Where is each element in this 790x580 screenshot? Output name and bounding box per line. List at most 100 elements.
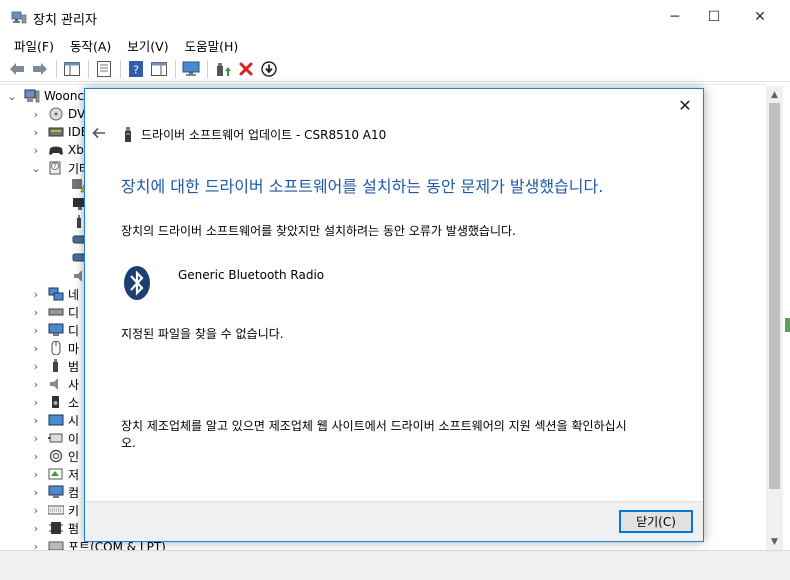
toolbar: ? [0, 56, 790, 82]
scroll-up-icon[interactable]: ▲ [766, 86, 783, 103]
expand-chevron-icon[interactable]: › [30, 432, 42, 445]
system-icon [48, 414, 64, 426]
help-button[interactable]: ? [125, 58, 147, 80]
tree-item[interactable]: › 컴 [30, 483, 79, 501]
expand-chevron-icon[interactable]: › [30, 450, 42, 463]
tree-item-label: 사 [68, 377, 80, 392]
tree-item-label: 디 [68, 323, 80, 338]
expand-chevron-icon[interactable]: › [30, 360, 42, 373]
back-button[interactable] [6, 58, 28, 80]
expand-chevron-icon[interactable]: › [30, 504, 42, 517]
expand-chevron-icon[interactable]: › [30, 126, 42, 139]
tree-item-other-devices[interactable]: ⌄ ? 기타 [30, 159, 90, 177]
delete-x-icon [239, 62, 253, 75]
tree-item[interactable]: › Xb [30, 141, 84, 159]
portable-device-icon [48, 433, 63, 443]
tree-item[interactable]: › 이 [30, 429, 79, 447]
expand-chevron-icon[interactable]: › [30, 486, 42, 499]
tree-item[interactable]: › 마 [30, 339, 79, 357]
expand-chevron-icon[interactable]: › [30, 468, 42, 481]
maximize-button[interactable]: ☐ [691, 0, 737, 34]
expand-chevron-icon[interactable]: › [30, 144, 42, 157]
expand-chevron-icon[interactable]: › [30, 414, 42, 427]
disc-drive-icon [49, 107, 63, 121]
action-pane-button[interactable] [148, 58, 170, 80]
expand-chevron-icon[interactable]: › [30, 396, 42, 409]
dialog-close-icon[interactable]: ✕ [675, 95, 695, 115]
tree-item-label: 이 [68, 431, 80, 446]
tree-item[interactable]: › 시 [30, 411, 79, 429]
scroll-down-icon[interactable]: ▼ [766, 533, 783, 550]
tree-item-label: Xb [68, 143, 84, 157]
update-driver-dialog: ✕ 드라이버 소프트웨어 업데이트 - CSR8510 A10 장치에 대한 드… [84, 88, 704, 542]
close-window-button[interactable]: ✕ [737, 0, 783, 34]
close-button[interactable]: 닫기(C) [619, 510, 693, 533]
speaker-icon [50, 378, 58, 390]
back-arrow-icon [10, 62, 24, 75]
gamepad-icon [49, 146, 63, 155]
tree-item[interactable]: › 네 [30, 285, 79, 303]
help-icon: ? [129, 60, 143, 77]
tree-item[interactable]: › 디 [30, 321, 79, 339]
scan-hardware-button[interactable] [180, 58, 202, 80]
tree-item[interactable]: › 디 [30, 303, 79, 321]
expand-chevron-icon[interactable]: › [30, 540, 42, 551]
tree-item[interactable]: › 저 [30, 465, 79, 483]
computer-icon [24, 89, 40, 103]
tree-item[interactable]: › 범 [30, 357, 79, 375]
tree-item-label: 디 [68, 305, 80, 320]
svg-text:?: ? [133, 63, 139, 76]
expand-chevron-icon[interactable]: › [30, 108, 42, 121]
svg-text:?: ? [53, 163, 56, 170]
right-edge-accent [785, 318, 790, 332]
vertical-scrollbar[interactable]: ▲ ▼ [766, 86, 783, 550]
uninstall-device-button[interactable] [235, 58, 257, 80]
menu-action[interactable]: 동작(A) [62, 36, 119, 55]
title-bar: 장치 관리자 ─ ☐ ✕ [0, 0, 790, 34]
tree-item[interactable]: › IDE [30, 123, 89, 141]
sound-icon [52, 396, 59, 408]
error-message: 지정된 파일을 찾을 수 없습니다. [121, 327, 284, 341]
tree-root-label: Woonc [44, 89, 85, 103]
tree-item[interactable]: › 사 [30, 375, 79, 393]
dialog-description: 장치의 드라이버 소프트웨어를 찾았지만 설치하려는 동안 오류가 발생했습니다… [121, 224, 516, 238]
properties-icon [97, 60, 111, 77]
tree-item-label: 펌 [68, 521, 80, 536]
action-pane-icon [151, 61, 167, 76]
dialog-back-arrow-icon[interactable] [91, 125, 107, 141]
menu-bar: 파일(F) 동작(A) 보기(V) 도움말(H) [0, 34, 790, 56]
tree-item-label: 네 [68, 287, 80, 302]
tree-item[interactable]: › 소 [30, 393, 79, 411]
menu-file[interactable]: 파일(F) [6, 36, 62, 55]
expand-chevron-icon[interactable]: › [30, 522, 42, 535]
firmware-icon [49, 522, 63, 534]
properties-button[interactable] [93, 58, 115, 80]
expand-chevron-icon[interactable]: › [30, 324, 42, 337]
expand-chevron-icon[interactable]: › [30, 306, 42, 319]
device-manager-window: 장치 관리자 ─ ☐ ✕ 파일(F) 동작(A) 보기(V) 도움말(H) ? [0, 0, 790, 580]
tree-item-label: 마 [68, 341, 80, 356]
mouse-icon [51, 341, 61, 355]
expand-chevron-icon[interactable]: › [30, 342, 42, 355]
tree-root[interactable]: ⌄ Woonc [6, 87, 84, 105]
menu-help[interactable]: 도움말(H) [177, 36, 247, 55]
bluetooth-icon [124, 266, 150, 300]
tree-item[interactable]: › 키 [30, 501, 79, 519]
tree-item[interactable]: › 펌 [30, 519, 79, 537]
expand-chevron-icon[interactable]: › [30, 378, 42, 391]
show-hide-console-tree-button[interactable] [61, 58, 83, 80]
collapse-chevron-icon[interactable]: ⌄ [6, 90, 18, 103]
console-tree-icon [64, 61, 80, 76]
collapse-chevron-icon[interactable]: ⌄ [30, 162, 42, 175]
scroll-thumb[interactable] [769, 103, 780, 489]
manufacturer-hint: 장치 제조업체를 알고 있으면 제조업체 웹 사이트에서 드라이버 소프트웨어의… [121, 419, 627, 450]
menu-view[interactable]: 보기(V) [119, 36, 176, 55]
tree-item[interactable]: › 인 [30, 447, 79, 465]
forward-button[interactable] [29, 58, 51, 80]
tree-item[interactable]: › DV [30, 105, 85, 123]
update-driver-button[interactable] [212, 58, 234, 80]
enable-device-button[interactable] [258, 58, 280, 80]
expand-chevron-icon[interactable]: › [30, 288, 42, 301]
network-icon [48, 287, 64, 301]
toolbar-separator [88, 59, 89, 78]
